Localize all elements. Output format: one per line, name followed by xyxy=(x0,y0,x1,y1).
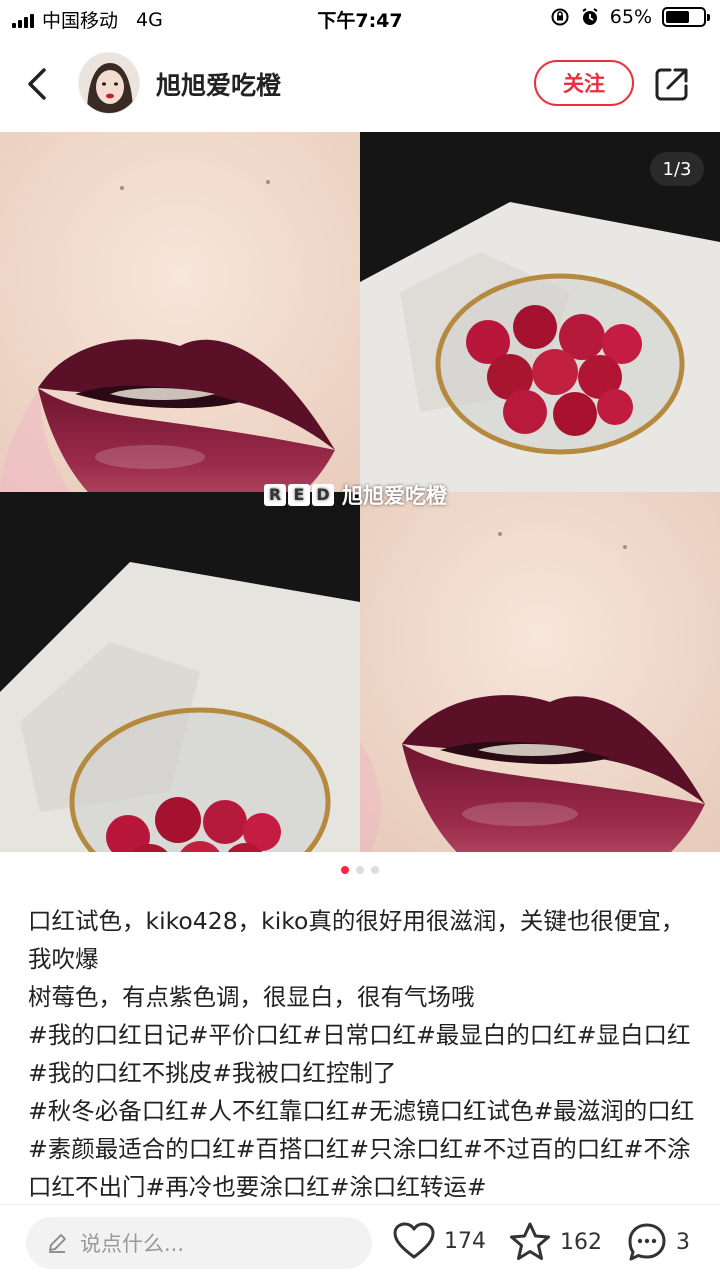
post-hashtags[interactable]: #我的口红日记#平价口红#日常口红#最显白的口红#显白口红#我的口红不挑皮#我被… xyxy=(28,1016,698,1092)
like-count: 174 xyxy=(444,1228,486,1254)
logo-letter: R xyxy=(264,484,286,506)
comment-button[interactable]: 3 xyxy=(626,1221,690,1263)
comment-bubble-icon xyxy=(628,1223,666,1261)
comment-input[interactable]: 说点什么... xyxy=(26,1217,372,1269)
photo-gallery[interactable]: 1/3 R E D 旭旭爱吃橙 xyxy=(0,132,720,852)
avatar-image xyxy=(79,53,139,113)
raspberry-bowl-photo: 1/3 xyxy=(360,132,720,492)
bottom-action-bar: 说点什么... 174 162 3 xyxy=(0,1204,720,1280)
logo-letter: D xyxy=(312,484,334,506)
red-logo: R E D xyxy=(264,484,334,506)
pencil-icon xyxy=(49,1234,66,1253)
lip-swatch-photo xyxy=(0,132,360,492)
heart-icon xyxy=(393,1222,435,1259)
battery-percent: 65% xyxy=(609,6,652,28)
rotation-lock-icon xyxy=(551,8,569,26)
page-indicator: 1/3 xyxy=(650,152,704,186)
post-line: 树莓色，有点紫色调，很显白，很有气场哦 xyxy=(28,983,475,1011)
avatar[interactable] xyxy=(78,52,140,114)
gallery-dot[interactable] xyxy=(356,866,364,874)
lip-swatch-photo-2 xyxy=(360,492,720,852)
share-icon[interactable] xyxy=(652,64,692,104)
comment-placeholder: 说点什么... xyxy=(80,1232,185,1256)
gallery-dots[interactable] xyxy=(0,866,720,880)
alarm-icon xyxy=(582,8,598,25)
post-line: 口红试色，kiko428，kiko真的很好用很滋润，关键也很便宜，我吹爆 xyxy=(28,907,685,973)
gallery-dot[interactable] xyxy=(371,866,379,874)
gallery-dot[interactable] xyxy=(341,866,349,874)
follow-button[interactable]: 关注 xyxy=(534,60,634,106)
like-button[interactable]: 174 xyxy=(392,1221,486,1261)
username[interactable]: 旭旭爱吃橙 xyxy=(156,66,281,102)
watermark: R E D 旭旭爱吃橙 xyxy=(264,480,447,510)
raspberry-bowl-photo-2 xyxy=(0,492,360,852)
logo-letter: E xyxy=(288,484,310,506)
comment-count: 3 xyxy=(676,1229,690,1255)
battery-icon xyxy=(662,7,710,27)
back-icon[interactable] xyxy=(20,64,56,104)
post-content: 口红试色，kiko428，kiko真的很好用很滋润，关键也很便宜，我吹爆 树莓色… xyxy=(28,902,698,1204)
post-header: 旭旭爱吃橙 关注 xyxy=(0,36,720,132)
post-hashtags[interactable]: #秋冬必备口红#人不红靠口红#无滤镜口红试色#最滋润的口红#素颜最适合的口红#百… xyxy=(28,1092,698,1204)
star-icon xyxy=(510,1222,550,1260)
status-right: 65% xyxy=(550,6,710,28)
watermark-text: 旭旭爱吃橙 xyxy=(342,484,447,508)
favorite-button[interactable]: 162 xyxy=(508,1221,602,1263)
favorite-count: 162 xyxy=(560,1229,602,1255)
status-bar: 中国移动 4G 下午7:47 65% xyxy=(0,0,720,36)
